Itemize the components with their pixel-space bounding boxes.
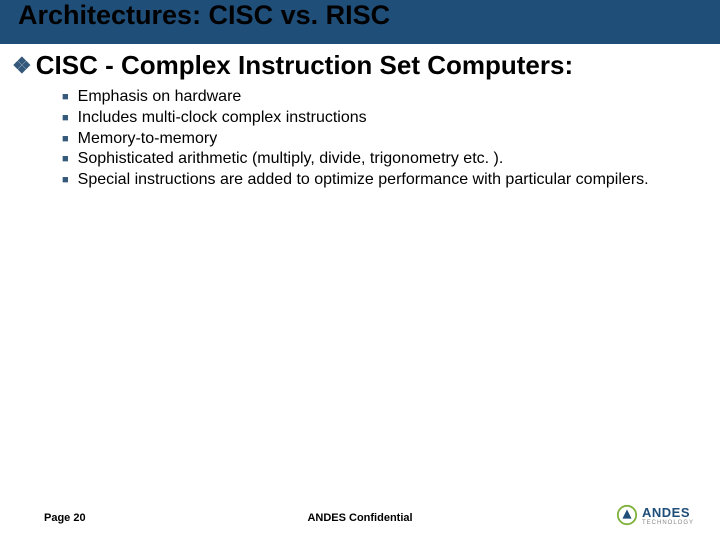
list-item: ■ Emphasis on hardware: [62, 87, 706, 108]
square-bullet-icon: ■: [62, 87, 69, 107]
heading-text: CISC - Complex Instruction Set Computers…: [36, 50, 573, 81]
list-item: ■ Includes multi-clock complex instructio…: [62, 108, 706, 129]
content-area: ❖ CISC - Complex Instruction Set Compute…: [0, 44, 720, 191]
list-item: ■ Special instructions are added to optim…: [62, 170, 706, 191]
list-item-text: Emphasis on hardware: [78, 87, 242, 108]
square-bullet-icon: ■: [62, 170, 69, 190]
bullet-list: ■ Emphasis on hardware ■ Includes multi-cl…: [12, 87, 706, 191]
footer: Page 20 ANDES Confidential ANDES TECHNOL…: [0, 500, 720, 524]
logo-text: ANDES: [642, 505, 690, 520]
logo-icon: [616, 504, 638, 526]
section-heading: ❖ CISC - Complex Instruction Set Compute…: [12, 50, 706, 81]
confidential-label: ANDES Confidential: [0, 512, 720, 524]
diamond-bullet-icon: ❖: [12, 53, 32, 79]
list-item: ■ Memory-to-memory: [62, 129, 706, 150]
square-bullet-icon: ■: [62, 129, 69, 149]
square-bullet-icon: ■: [62, 149, 69, 169]
list-item-text: Memory-to-memory: [78, 129, 218, 150]
square-bullet-icon: ■: [62, 108, 69, 128]
logo-text-wrap: ANDES TECHNOLOGY: [642, 504, 694, 526]
list-item: ■ Sophisticated arithmetic (multiply, div…: [62, 149, 706, 170]
list-item-text: Sophisticated arithmetic (multiply, divi…: [78, 149, 504, 170]
company-logo: ANDES TECHNOLOGY: [616, 504, 694, 526]
slide: Architectures: CISC vs. RISC ❖ CISC - Co…: [0, 0, 720, 540]
list-item-text: Special instructions are added to optimi…: [78, 170, 649, 191]
list-item-text: Includes multi-clock complex instruction…: [78, 108, 367, 129]
logo-subtext: TECHNOLOGY: [642, 520, 694, 526]
slide-title: Architectures: CISC vs. RISC: [18, 0, 390, 31]
